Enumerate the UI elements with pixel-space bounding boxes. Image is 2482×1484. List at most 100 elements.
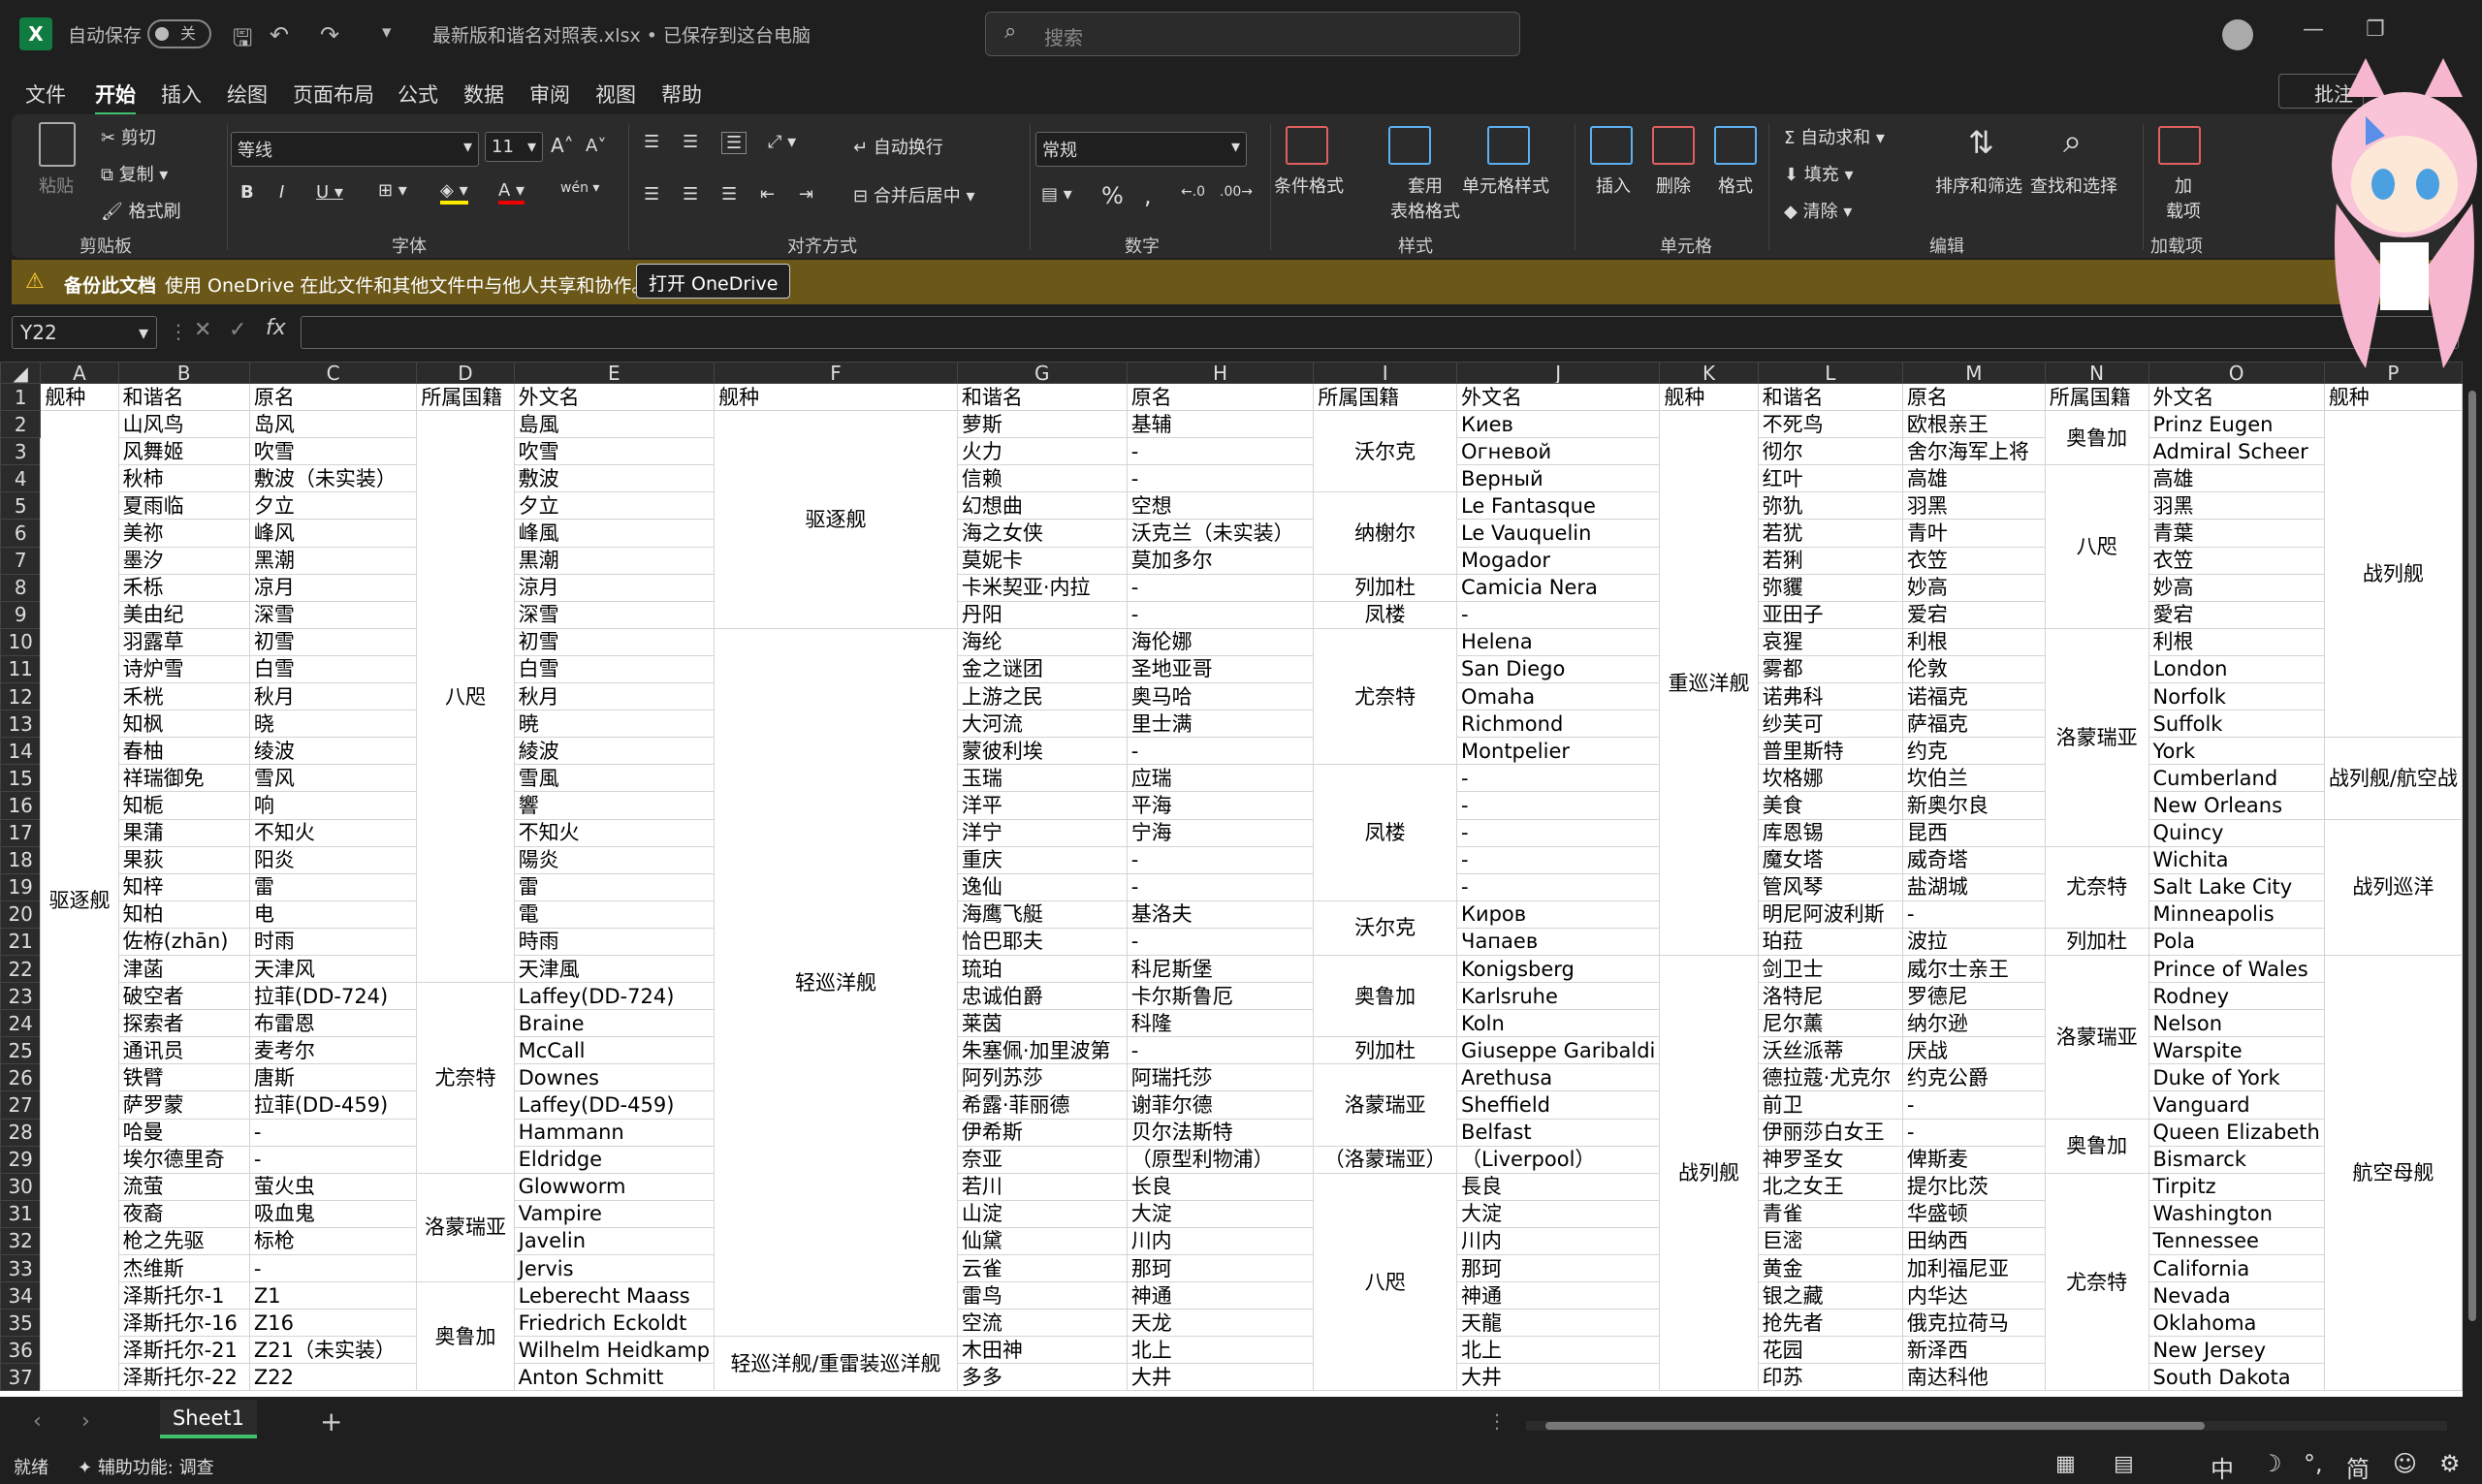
cell-N30[interactable]: 尤奈特 [2044, 1172, 2149, 1392]
cell-M19[interactable]: 盐湖城 [1901, 872, 2046, 901]
cell-P2[interactable]: 战列舰 [2323, 410, 2463, 739]
align-bottom-icon[interactable]: ☰ [721, 132, 748, 154]
cell-J12[interactable]: Omaha [1456, 682, 1661, 711]
cell-J16[interactable]: - [1456, 791, 1661, 820]
cell-G4[interactable]: 信赖 [956, 464, 1128, 493]
cell-B12[interactable]: 禾桄 [117, 682, 250, 711]
cell-E24[interactable]: Braine [513, 1009, 716, 1038]
cell-H15[interactable]: 应瑞 [1126, 764, 1315, 793]
cell-G19[interactable]: 逸仙 [956, 872, 1128, 901]
column-header-L[interactable]: L [1757, 362, 1903, 384]
cell-D2[interactable]: 八咫 [416, 410, 515, 984]
cell-G23[interactable]: 忠诚伯爵 [956, 982, 1128, 1011]
cell-L25[interactable]: 沃丝派蒂 [1757, 1036, 1903, 1065]
cell-J14[interactable]: Montpelier [1456, 737, 1661, 766]
cell-G28[interactable]: 伊希斯 [956, 1118, 1128, 1147]
cut-button[interactable]: ✂ 剪切 [101, 124, 156, 149]
cell-E35[interactable]: Friedrich Eckoldt [513, 1309, 716, 1338]
column-header-N[interactable]: N [2044, 362, 2149, 384]
cell-H17[interactable]: 宁海 [1126, 818, 1315, 847]
cell-O34[interactable]: Nevada [2148, 1281, 2325, 1310]
cell-B16[interactable]: 知栀 [117, 791, 250, 820]
fill-button[interactable]: ⬇ 填充 ▾ [1784, 161, 1854, 186]
cell-C16[interactable]: 响 [248, 791, 418, 820]
page-layout-view-icon[interactable]: ▤ [2114, 1452, 2134, 1476]
row-header[interactable]: 15 [0, 764, 42, 793]
cell-L8[interactable]: 弥貜 [1757, 573, 1903, 602]
column-header-H[interactable]: H [1126, 362, 1315, 384]
cell-M22[interactable]: 威尔士亲王 [1901, 954, 2046, 984]
cell-F10[interactable]: 轻巡洋舰 [714, 627, 958, 1338]
cell-H26[interactable]: 阿瑞托莎 [1126, 1063, 1315, 1092]
cell-E12[interactable]: 秋月 [513, 682, 716, 711]
cell-L18[interactable]: 魔女塔 [1757, 845, 1903, 874]
cell-G18[interactable]: 重庆 [956, 845, 1128, 874]
cell-I29[interactable]: （洛蒙瑞亚） [1313, 1145, 1458, 1174]
cell-N10[interactable]: 洛蒙瑞亚 [2044, 627, 2149, 847]
cell-C36[interactable]: Z21（未实装） [248, 1336, 418, 1365]
cell-G20[interactable]: 海鹰飞艇 [956, 900, 1128, 929]
cell-P14[interactable]: 战列舰/航空战 [2323, 737, 2463, 820]
cell-L27[interactable]: 前卫 [1757, 1090, 1903, 1120]
h-scroll-thumb[interactable] [1545, 1422, 2205, 1430]
cell-O32[interactable]: Tennessee [2148, 1226, 2325, 1256]
cell-G26[interactable]: 阿列苏莎 [956, 1063, 1128, 1092]
cell-C17[interactable]: 不知火 [248, 818, 418, 847]
cell-H6[interactable]: 沃克兰（未实装） [1126, 519, 1315, 548]
column-header-F[interactable]: F [714, 362, 958, 384]
menu-draw[interactable]: 绘图 [227, 79, 268, 109]
font-size-select[interactable]: 11 ▾ [485, 132, 543, 162]
wrap-text-button[interactable]: ↵ 自动换行 [853, 134, 943, 159]
cell-I1[interactable]: 所属国籍 [1313, 382, 1458, 412]
cell-H16[interactable]: 平海 [1126, 791, 1315, 820]
redo-icon[interactable]: ↷ [320, 21, 339, 48]
more-tabs-icon[interactable]: ⋮ [1487, 1409, 1507, 1433]
cell-O10[interactable]: 利根 [2148, 627, 2325, 656]
percent-icon[interactable]: % [1101, 182, 1124, 209]
cell-G22[interactable]: 琉珀 [956, 954, 1128, 984]
cell-O2[interactable]: Prinz Eugen [2148, 410, 2325, 439]
cell-E16[interactable]: 響 [513, 791, 716, 820]
cell-E31[interactable]: Vampire [513, 1199, 716, 1228]
cell-A2[interactable]: 驱逐舰 [40, 410, 119, 1392]
underline-icon[interactable]: U ▾ [316, 182, 343, 203]
cell-J11[interactable]: San Diego [1456, 654, 1661, 684]
cell-E26[interactable]: Downes [513, 1063, 716, 1092]
avatar[interactable] [2222, 19, 2253, 50]
cell-B2[interactable]: 山风鸟 [117, 410, 250, 439]
cell-H37[interactable]: 大井 [1126, 1363, 1315, 1392]
row-header[interactable]: 6 [0, 519, 42, 548]
phonetic-icon[interactable]: wén ▾ [560, 180, 599, 196]
row-header[interactable]: 31 [0, 1199, 42, 1228]
row-header[interactable]: 7 [0, 546, 42, 575]
cell-O26[interactable]: Duke of York [2148, 1063, 2325, 1092]
cell-B10[interactable]: 羽露草 [117, 627, 250, 656]
cell-L26[interactable]: 德拉蔻·尤克尔 [1757, 1063, 1903, 1092]
cell-H28[interactable]: 贝尔法斯特 [1126, 1118, 1315, 1147]
cell-C24[interactable]: 布雷恩 [248, 1009, 418, 1038]
cell-E27[interactable]: Laffey(DD-459) [513, 1090, 716, 1120]
horizontal-scrollbar[interactable] [1526, 1421, 2447, 1431]
cell-J5[interactable]: Le Fantasque [1456, 491, 1661, 521]
row-header[interactable]: 9 [0, 600, 42, 629]
cell-M20[interactable]: - [1901, 900, 2046, 929]
row-header[interactable]: 34 [0, 1281, 42, 1310]
sort-filter-icon[interactable]: ⇅ [1968, 124, 1994, 161]
cell-O18[interactable]: Wichita [2148, 845, 2325, 874]
delete-cells-button[interactable]: 删除 [1656, 173, 1691, 198]
vertical-scrollbar[interactable] [2463, 362, 2482, 1397]
cell-B37[interactable]: 泽斯托尔-22 [117, 1363, 250, 1392]
cell-I10[interactable]: 尤奈特 [1313, 627, 1458, 766]
cell-D30[interactable]: 洛蒙瑞亚 [416, 1172, 515, 1283]
cell-E30[interactable]: Glowworm [513, 1172, 716, 1201]
cell-E2[interactable]: 島風 [513, 410, 716, 439]
cell-M23[interactable]: 罗德尼 [1901, 982, 2046, 1011]
cell-L1[interactable]: 和谐名 [1757, 382, 1903, 412]
cell-G10[interactable]: 海纶 [956, 627, 1128, 656]
format-cells-icon[interactable] [1714, 126, 1757, 165]
cell-O22[interactable]: Prince of Wales [2148, 954, 2325, 984]
insert-cells-icon[interactable] [1590, 126, 1633, 165]
cell-C33[interactable]: - [248, 1253, 418, 1283]
cell-E10[interactable]: 初雪 [513, 627, 716, 656]
cell-L20[interactable]: 明尼阿波利斯 [1757, 900, 1903, 929]
